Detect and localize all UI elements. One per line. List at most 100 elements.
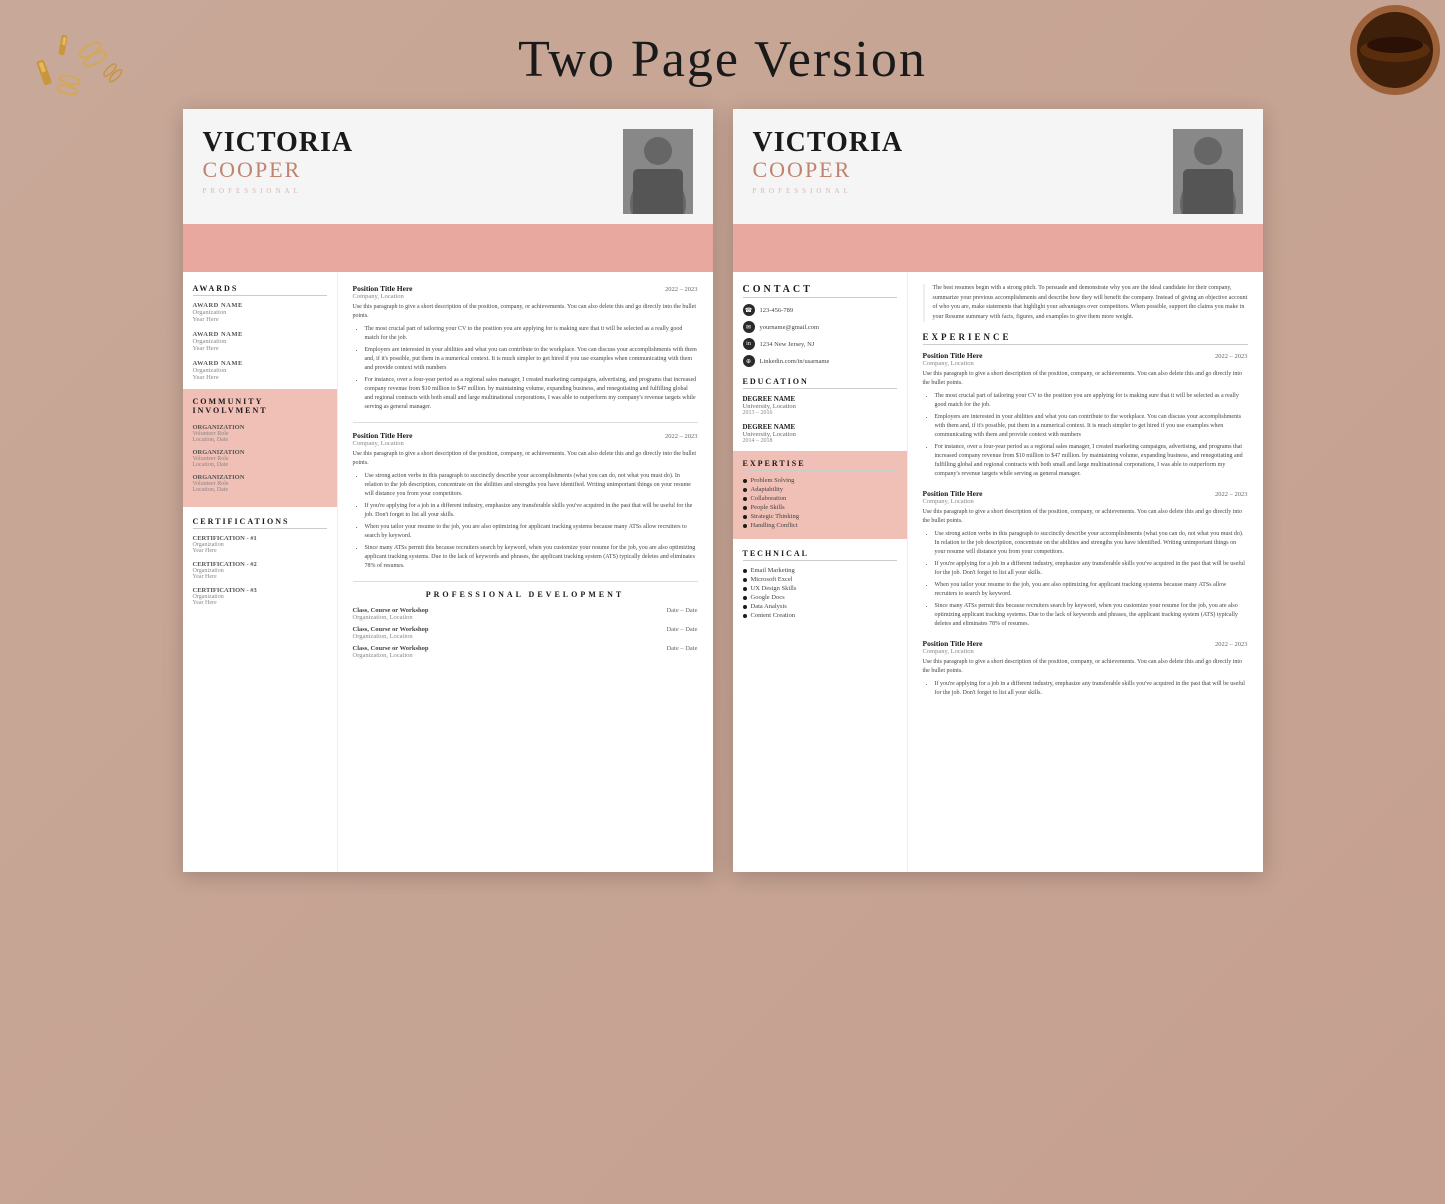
resume2-exp-date-2: 2022 – 2023 [1215,491,1248,498]
resume2-first-name: VICTORIA [753,129,904,157]
resume2-exp-date-1: 2022 – 2023 [1215,353,1248,360]
name-section: VICTORIA COOPER PROFESSIONAL [203,129,354,195]
prof-dev-item-1: Class, Course or Workshop Organization, … [353,607,698,621]
r2-bullet-2-2: If you're applying for a job in a differ… [935,560,1248,578]
resume1-header: VICTORIA COOPER PROFESSIONAL [183,109,713,227]
resume2-exp-company-3: Company, Location [923,648,1248,655]
resume2-exp-title-2: Position Title Here [923,489,983,498]
contact-linkedin: ⊕ Linkedin.com/in/usarname [743,355,897,367]
resume2-pink-band [733,227,1263,272]
resume2-last-name: COOPER [753,157,904,183]
edu-item-2: DEGREE NAME University, Location 2014 – … [743,423,897,444]
award-item-2: AWARD NAME Organization Year Here [193,331,327,352]
cert-year-3: Year Here [193,600,327,606]
resumes-container: VICTORIA COOPER PROFESSIONAL [0,109,1445,912]
award-year-1: Year Here [193,316,327,323]
prof-dev-title: PROFESSIONAL DEVELOPMENT [353,590,698,599]
resume2-name-block: VICTORIA COOPER PROFESSIONAL [753,129,1243,214]
cert-item-2: CERTIFICATION - #2 Organization Year Her… [193,561,327,580]
resume2-exp-desc-1: Use this paragraph to give a short descr… [923,370,1248,388]
last-name: COOPER [203,157,354,183]
award-item-1: AWARD NAME Organization Year Here [193,302,327,323]
cert-label-3: CERTIFICATION - #3 [193,587,327,594]
award-item-3: AWARD NAME Organization Year Here [193,360,327,381]
exp-desc-2: Use this paragraph to give a short descr… [353,450,698,468]
contact-phone: ☎ 123-456-789 [743,304,897,316]
resume2-exp-date-3: 2022 – 2023 [1215,641,1248,648]
resume2-exp-header-3: Position Title Here 2022 – 2023 [923,639,1248,648]
exp-bullet-2-1: Use strong action verbs in this paragrap… [365,472,698,499]
exp-bullets-2: Use strong action verbs in this paragrap… [353,472,698,571]
edu-degree-2: DEGREE NAME [743,423,897,431]
org-label-1: ORGANIZATION [193,424,327,431]
dot-icon [743,506,747,510]
dot-icon [743,515,747,519]
r2-bullet-2-4: Since many ATSs permit this because recr… [935,602,1248,629]
dot-icon [743,488,747,492]
dot-icon [743,587,747,591]
award-year-2: Year Here [193,345,327,352]
award-label-1: AWARD NAME [193,302,327,309]
award-year-3: Year Here [193,374,327,381]
exp-date-2: 2022 – 2023 [665,433,698,440]
r2-bullet-2-3: When you tailor your resume to the job, … [935,581,1248,599]
resume1-left-col: AWARDS AWARD NAME Organization Year Here… [183,272,338,872]
resume2-profile-photo [1173,129,1243,214]
dot-icon [743,497,747,501]
r2-bullet-1-2: Employers are interested in your abiliti… [935,413,1248,440]
resume2-exp-desc-3: Use this paragraph to give a short descr… [923,658,1248,676]
resume2-right-col: The best resumes begin with a strong pit… [908,272,1263,872]
location-icon: in [743,338,755,350]
org-item-1: ORGANIZATION Volunteer Role Location, Da… [193,424,327,443]
exp-bullet-2-2: If you're applying for a job in a differ… [365,502,698,520]
resume1-right-col: Position Title Here 2022 – 2023 Company,… [338,272,713,872]
resume2-header: VICTORIA COOPER PROFESSIONAL [733,109,1263,227]
pink-band [183,227,713,272]
prof-dev-date-2: Date – Date [666,626,697,640]
org-item-2: ORGANIZATION Volunteer Role Location, Da… [193,449,327,468]
prof-dev-item-3: Class, Course or Workshop Organization, … [353,645,698,659]
technical-6: Content Creation [743,612,897,619]
resume2-body: CONTACT ☎ 123-456-789 ✉ yourname@gmail.c… [733,272,1263,872]
exp-date-1: 2022 – 2023 [665,286,698,293]
expertise-section: EXPERTISE Problem Solving Adaptability C… [733,451,907,539]
page-title: Two Page Version [0,0,1445,109]
exp-company-1: Company, Location [353,293,698,300]
exp-header-2: Position Title Here 2022 – 2023 [353,431,698,440]
profile-photo [623,129,693,214]
expertise-2: Adaptability [743,486,897,493]
expertise-6: Handling Conflict [743,522,897,529]
expertise-5: Strategic Thinking [743,513,897,520]
award-org-1: Organization [193,309,327,316]
resume2-exp-company-1: Company, Location [923,360,1248,367]
r2-bullet-2-1: Use strong action verbs in this paragrap… [935,530,1248,557]
edu-years-1: 2013 – 2016 [743,410,897,416]
edu-school-2: University, Location [743,431,897,438]
awards-title: AWARDS [193,284,327,296]
exp-title-1: Position Title Here [353,284,413,293]
cert-item-3: CERTIFICATION - #3 Organization Year Her… [193,587,327,606]
exp-title-2: Position Title Here [353,431,413,440]
exp-desc-1: Use this paragraph to give a short descr… [353,303,698,321]
exp-item-2: Position Title Here 2022 – 2023 Company,… [353,431,698,571]
technical-4: Google Docs [743,594,897,601]
technical-5: Data Analysis [743,603,897,610]
resume2-exp-header-2: Position Title Here 2022 – 2023 [923,489,1248,498]
dot-icon [743,524,747,528]
org-loc-2: Location, Date [193,462,327,468]
r2-bullet-1-1: The most crucial part of tailoring your … [935,392,1248,410]
resume2-exp-2: Position Title Here 2022 – 2023 Company,… [923,489,1248,629]
prof-dev-left-1: Class, Course or Workshop Organization, … [353,607,429,621]
contact-title: CONTACT [743,284,897,298]
org-loc-1: Location, Date [193,437,327,443]
prof-dev-org-1: Organization, Location [353,614,429,621]
linkedin-value: Linkedin.com/in/usarname [760,358,830,365]
resume2-exp-bullets-3: If you're applying for a job in a differ… [923,680,1248,698]
resume2-exp-title-3: Position Title Here [923,639,983,648]
cert-year-1: Year Here [193,548,327,554]
dot-icon [743,479,747,483]
org-item-3: ORGANIZATION Volunteer Role Location, Da… [193,474,327,493]
contact-address: in 1234 New Jersey, NJ [743,338,897,350]
award-label-2: AWARD NAME [193,331,327,338]
expertise-title: EXPERTISE [743,459,897,471]
